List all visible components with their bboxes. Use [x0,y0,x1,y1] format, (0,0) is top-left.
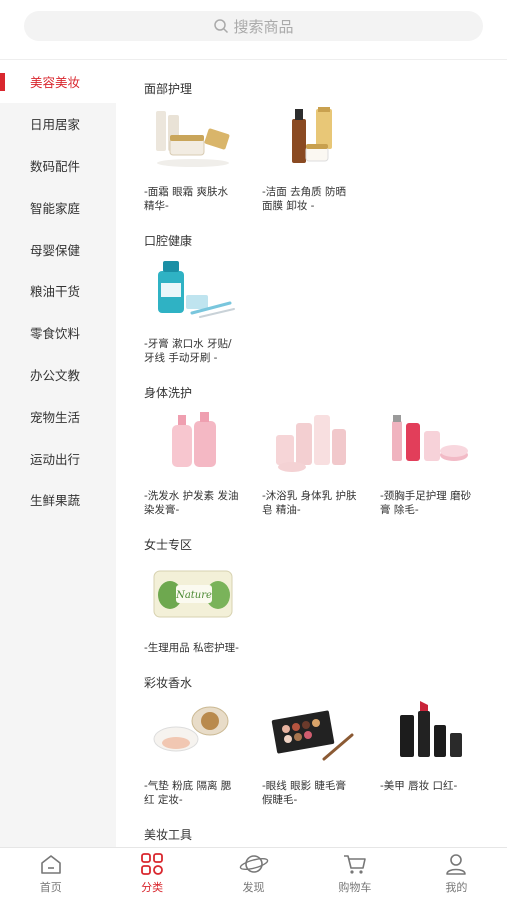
tab-label: 首页 [39,881,62,894]
product-tile[interactable]: -气垫 粉底 隔离 腮红 定妆- [144,699,262,807]
product-tile[interactable]: -沐浴乳 身体乳 护肤皂 精油- [262,409,380,517]
section-title: 口腔健康 [144,234,193,248]
product-label: -洗发水 护发素 发油 染发膏- [144,490,239,516]
pack-brand-text: Nature [175,590,212,601]
shampoo-bottles-image [172,412,216,467]
sidebar-item-label: 日用居家 [30,117,81,133]
section-title: 彩妆香水 [144,676,193,690]
sidebar-item-digital[interactable]: 数码配件 [0,145,116,187]
section-body-care: 身体洗护 -洗发水 护发素 发油 染发膏- -沐浴乳 身体乳 护肤皂 精油- -… [116,383,507,517]
sidebar-item-label: 零食饮料 [30,326,81,342]
search-icon [214,19,229,34]
section-title: 面部护理 [144,82,193,96]
sidebar-item-label: 粮油干货 [30,284,81,300]
cushion-compact-image [153,706,229,752]
product-label: -颈胸手足护理 磨砂膏 除毛- [380,490,472,516]
search-input[interactable]: 搜索商品 [24,11,483,41]
sidebar-item-snacks[interactable]: 零食饮料 [0,312,116,354]
body-lotion-image [276,415,346,472]
search-placeholder: 搜索商品 [233,17,294,36]
sidebar-item-label: 生鲜果蔬 [30,493,81,509]
lipstick-image [400,701,462,757]
section-title: 身体洗护 [144,386,193,400]
sidebar-item-label: 运动出行 [30,451,81,467]
sidebar-item-grocery[interactable]: 粮油干货 [0,270,116,312]
section-title: 女士专区 [144,538,193,552]
product-tile[interactable]: -美甲 唇妆 口红- [380,699,498,807]
product-tile[interactable]: -颈胸手足护理 磨砂膏 除毛- [380,409,498,517]
home-icon [40,855,61,874]
tab-label: 分类 [141,881,164,894]
search-header: 搜索商品 [0,0,507,60]
sidebar-item-office[interactable]: 办公文教 [0,354,116,396]
sidebar-item-pets[interactable]: 宠物生活 [0,395,116,437]
sidebar-item-label: 母婴保健 [30,242,81,258]
product-tile[interactable]: -牙膏 漱口水 牙贴/牙线 手动牙刷 - [144,257,262,365]
section-face-care: 面部护理 -面霜 眼霜 爽肤水 精华- -洁面 去角质 防晒 面膜 卸妆 - [116,79,507,213]
product-label: -面霜 眼霜 爽肤水 精华- [144,186,228,212]
tab-label: 我的 [445,881,468,894]
tab-cart[interactable]: 购物车 [304,848,405,900]
sanitary-pad-pack-image: Nature [153,570,233,618]
tab-discover[interactable]: 发现 [203,848,304,900]
section-makeup: 彩妆香水 -气垫 粉底 隔离 腮红 定妆- -眼线 眼影 睫毛膏 假睫毛- -美… [116,673,507,807]
skincare-set-image [156,111,230,167]
product-tile[interactable]: -面霜 眼霜 爽肤水 精华- [144,105,262,213]
category-grid-icon [141,853,164,875]
product-tile[interactable]: -洗发水 护发素 发油 染发膏- [144,409,262,517]
sidebar-item-home[interactable]: 日用居家 [0,103,116,145]
product-label: -气垫 粉底 隔离 腮红 定妆- [144,780,232,806]
sidebar-item-baby[interactable]: 母婴保健 [0,228,116,270]
product-tile[interactable]: -眼线 眼影 睫毛膏 假睫毛- [262,699,380,807]
category-content: 面部护理 -面霜 眼霜 爽肤水 精华- -洁面 去角质 防晒 面膜 卸妆 - 口… [116,61,507,847]
sidebar-item-beauty[interactable]: 美容美妆 [0,61,116,103]
sidebar-item-fresh[interactable]: 生鲜果蔬 [0,479,116,521]
category-sidebar: 美容美妆 日用居家 数码配件 智能家庭 母婴保健 粮油干货 零食饮料 办公文教 … [0,61,116,847]
section-women: 女士专区 Nature -生理用品 私密护理- [116,535,507,655]
section-makeup-tools: 美妆工具 [116,825,507,847]
sidebar-item-label: 美容美妆 [30,75,81,91]
sidebar-item-label: 办公文教 [30,367,81,383]
section-oral-care: 口腔健康 -牙膏 漱口水 牙贴/牙线 手动牙刷 - [116,231,507,365]
section-title: 美妆工具 [144,828,193,842]
hand-cream-image [392,415,468,461]
product-label: -沐浴乳 身体乳 护肤皂 精油- [262,490,357,516]
product-label: -牙膏 漱口水 牙贴/牙线 手动牙刷 - [144,338,232,364]
product-label: -眼线 眼影 睫毛膏 假睫毛- [262,780,346,806]
sidebar-item-label: 智能家庭 [30,200,81,216]
sidebar-item-label: 宠物生活 [30,409,81,425]
eyeshadow-palette-image [271,710,354,761]
cart-icon [343,855,366,874]
tab-label: 发现 [242,881,265,894]
planet-icon [239,855,268,873]
product-label: -美甲 唇妆 口红- [380,780,458,792]
tab-home[interactable]: 首页 [0,848,101,900]
bottom-tab-bar: 首页 分类 发现 购物车 我的 [0,847,507,900]
product-tile[interactable]: Nature -生理用品 私密护理- [144,561,262,655]
sidebar-item-label: 数码配件 [30,158,81,174]
sidebar-item-sports[interactable]: 运动出行 [0,437,116,479]
mouthwash-image [158,261,235,318]
product-label: -生理用品 私密护理- [144,642,239,654]
serum-bottles-image [292,107,332,163]
product-tile[interactable]: -洁面 去角质 防晒 面膜 卸妆 - [262,105,380,213]
sidebar-item-smart-home[interactable]: 智能家庭 [0,186,116,228]
tab-profile[interactable]: 我的 [406,848,507,900]
tab-label: 购物车 [338,881,372,894]
tab-category[interactable]: 分类 [101,848,202,900]
product-label: -洁面 去角质 防晒 面膜 卸妆 - [262,186,346,212]
user-icon [446,854,467,875]
